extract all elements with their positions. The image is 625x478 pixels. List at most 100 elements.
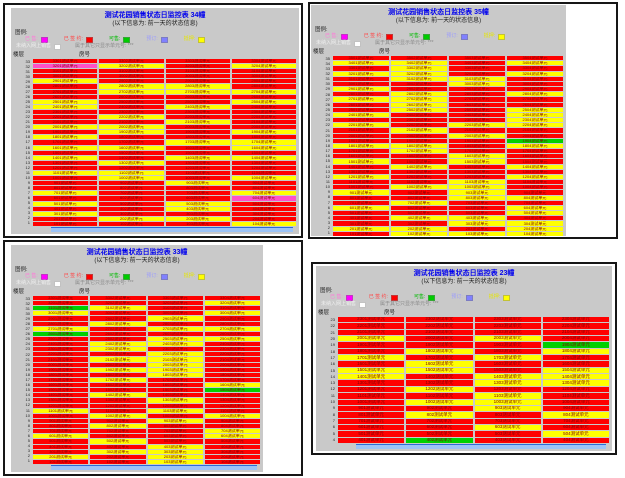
unit-cell: 1903测试单元 [166,130,230,134]
unit-cell: 402测试单元 [391,216,447,220]
floor-label: 32 [11,302,30,306]
unit-cell: 1303测试单元 [148,398,203,402]
unit-cell: 3104测试单元 [232,69,296,73]
unit-cell: 2203测试单元 [148,352,203,356]
unit-cell: 3002测试单元 [391,82,447,86]
room-header: 房号 [79,290,90,296]
floor-label: 2 [11,216,30,220]
unit-cell: 902测试单元 [391,190,447,194]
horizontal-scrollbar[interactable] [356,444,606,449]
unit-cell: 2803测试单元 [449,92,505,96]
legend-swatch [346,295,353,301]
floor-label: 30 [311,82,330,86]
floor-label: 18 [311,144,330,148]
unit-cell: 1204测试单元 [543,387,609,392]
floor-label: 23 [11,110,30,114]
legend-swatch [386,34,393,40]
floor-label: 18 [11,135,30,139]
legend-item: 属于其它只显示单元号: *** [75,281,134,286]
unit-cell: 1403测试单元 [166,156,230,160]
unit-cell: 601测试单元 [338,425,404,430]
unit-cell: 2003测试单元 [148,363,203,367]
report-quadrant-1: 测试花园销售状态日监控表 34幢 (以下信息为: 前一天的状态信息) 图例: 已… [3,3,303,238]
unit-cell: 302测试单元 [90,450,145,454]
unit-cell: 2804测试单元 [507,92,563,96]
horizontal-scrollbar[interactable] [51,465,257,470]
unit-cell: 1301测试单元 [333,170,389,174]
unit-cell: 1302测试单元 [406,380,472,385]
unit-cell: 2601测试单元 [33,332,88,336]
unit-cell: 604测试单元 [543,425,609,430]
unit-cell: 504测试单元 [543,431,609,436]
floor-label: 10 [11,176,30,180]
unit-cell: 3303测试单元 [166,59,230,63]
floor-label: 27 [311,98,330,102]
unit-cell: 1903测试单元 [449,139,505,143]
floor-label: 33 [11,297,30,301]
unit-cell: 3501测试单元 [333,56,389,60]
legend-swatch [466,295,473,301]
unit-cell: 3101测试单元 [333,77,389,81]
unit-cell: 1103测试单元 [449,180,505,184]
unit-cell: 1104测试单元 [232,171,296,175]
legend-swatch [503,295,510,301]
unit-cell: 1303测试单元 [475,380,541,385]
floor-label: 23 [316,318,335,322]
floor-label: 2 [311,226,330,230]
unit-cell: 2603测试单元 [449,103,505,107]
unit-cell: 2903测试单元 [449,87,505,91]
unit-cell: 803测试单元 [166,186,230,190]
unit-cell: 1403测试单元 [148,393,203,397]
unit-cell: 601测试单元 [333,206,389,210]
unit-cell: 1603测试单元 [475,361,541,366]
unit-cell: 1803测试单元 [148,373,203,377]
panel-subtitle: (以下信息为: 前一天的状态信息) [11,257,263,265]
unit-cell: 603测试单元 [166,196,230,200]
horizontal-scrollbar[interactable] [51,227,293,232]
unit-cell: 1303测试单元 [449,170,505,174]
legend-row-2: 未纳入网上销售属于其它只显示单元号: *** [11,43,299,50]
unit-cell: 3503测试单元 [449,56,505,60]
unit-cell: 2004测试单元 [205,363,260,367]
unit-cell: 2802测试单元 [90,322,145,326]
unit-cell: 1602测试单元 [391,154,447,158]
unit-cell: 2202测试单元 [406,323,472,328]
legend-item: 预订: [446,34,467,40]
unit-cell: 1002测试单元 [391,185,447,189]
table-header: 楼层 房号 [11,287,263,295]
unit-cell: 102测试单元 [99,222,163,226]
unit-cell: 3004测试单元 [232,74,296,78]
unit-cell: 701测试单元 [33,191,97,195]
unit-cell: 1003测试单元 [166,176,230,180]
unit-cell: 3002测试单元 [99,74,163,78]
unit-cell: 1003测试单元 [449,185,505,189]
unit-cell: 2004测试单元 [507,134,563,138]
unit-cell: 1001测试单元 [338,400,404,405]
unit-cell: 2102测试单元 [406,330,472,335]
unit-cell: 201测试单元 [33,455,88,459]
unit-cell: 3301测试单元 [33,59,97,63]
floor-labels: 3332313029282726252423222120191817161514… [11,296,33,464]
unit-cell: 3404测试单元 [507,61,563,65]
unit-cell: 2401测试单元 [33,342,88,346]
floor-label: 23 [11,347,30,351]
unit-cell: 1004测试单元 [205,414,260,418]
unit-cell: 1102测试单元 [99,171,163,175]
unit-cell: 401测试单元 [33,445,88,449]
unit-cell: 901测试单元 [33,181,97,185]
legend-item: 预订: [451,295,472,301]
unit-cell: 2303测试单元 [148,347,203,351]
unit-cell: 1502测试单元 [391,159,447,163]
unit-cell: 1904测试单元 [543,342,609,347]
unit-cell: 2504测试单元 [232,100,296,104]
unit-cell: 2501测试单元 [333,108,389,112]
unit-cell: 903测试单元 [148,419,203,423]
unit-cell: 1301测试单元 [33,161,97,165]
unit-cell: 2603测试单元 [148,332,203,336]
legend-row-1: 已 售:已 签 约:可售:预订:抵押: [316,294,612,301]
unit-cell: 1402测试单元 [99,156,163,160]
unit-cell: 2303测试单元 [475,317,541,322]
table-header: 楼层 房号 [11,50,299,58]
legend-item: 未纳入网上销售 [16,44,61,50]
unit-cell: 1104测试单元 [507,180,563,184]
